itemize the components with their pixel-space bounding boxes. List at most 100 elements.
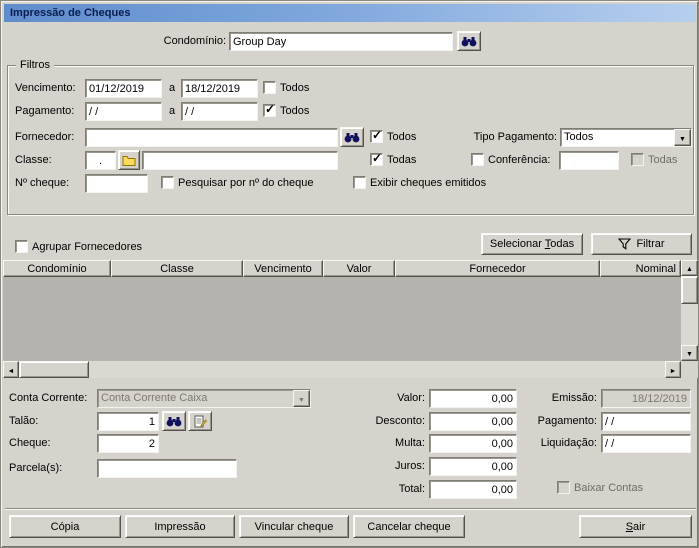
classe-label: Classe:	[15, 154, 52, 166]
copia-button[interactable]: Cópia	[9, 515, 121, 538]
fornecedor-search-button[interactable]	[340, 127, 364, 147]
classe-input[interactable]	[142, 151, 338, 170]
agrupar-fornecedores-label: Agrupar Fornecedores	[32, 241, 143, 253]
column-header-classe[interactable]: Classe	[111, 260, 243, 277]
parcelas-input[interactable]	[97, 459, 237, 478]
conferencia-input[interactable]	[559, 151, 619, 170]
scroll-right-button[interactable]	[665, 361, 681, 378]
vertical-scrollbar[interactable]	[681, 260, 698, 361]
combo-dropdown-button	[293, 390, 310, 407]
conta-corrente-value: Conta Corrente Caixa	[101, 392, 208, 404]
filtros-title: Filtros	[16, 59, 54, 72]
juros-label: Juros:	[395, 460, 425, 472]
folder-icon	[122, 155, 136, 166]
fornecedor-input[interactable]	[85, 128, 338, 147]
talao-input[interactable]	[97, 412, 159, 431]
sair-label: Sair	[625, 520, 646, 533]
valor-input[interactable]	[429, 389, 517, 408]
impressao-de-cheques-window: Impressão de Cheques Condomínio: Filtros…	[0, 0, 699, 548]
filtrar-button[interactable]: Filtrar	[591, 233, 692, 255]
grid-header-row: Condomínio Classe Vencimento Valor Forne…	[3, 260, 681, 277]
impressao-button[interactable]: Impressão	[125, 515, 235, 538]
pagamento-todos-checkbox[interactable]	[263, 102, 276, 117]
pagamento-label: Pagamento:	[15, 105, 75, 117]
condominio-search-button[interactable]	[457, 31, 481, 51]
condominio-label: Condomínio:	[163, 35, 226, 47]
combo-dropdown-button[interactable]	[674, 129, 691, 146]
vencimento-de-input[interactable]	[85, 79, 162, 98]
talao-properties-button[interactable]	[188, 411, 212, 431]
vertical-scroll-thumb[interactable]	[681, 276, 698, 304]
selecionar-todas-button[interactable]: Selecionar Todas	[481, 233, 583, 255]
binoculars-icon	[344, 132, 360, 143]
emissao-input	[601, 389, 691, 408]
condominio-input[interactable]	[229, 32, 453, 51]
window-title: Impressão de Cheques	[10, 7, 131, 19]
column-header-vencimento[interactable]: Vencimento	[243, 260, 323, 277]
column-header-fornecedor[interactable]: Fornecedor	[395, 260, 600, 277]
pesquisar-ncheque-checkbox[interactable]	[161, 176, 174, 189]
pagamento-de-input[interactable]	[85, 102, 162, 121]
scroll-up-icon	[686, 262, 693, 274]
scroll-up-button[interactable]	[681, 260, 698, 276]
classe-code-input[interactable]	[85, 151, 116, 170]
baixar-contas-label: Baixar Contas	[574, 482, 644, 494]
parcelas-label: Parcela(s):	[9, 462, 63, 474]
vencimento-a-label: a	[169, 82, 176, 94]
conta-corrente-label: Conta Corrente:	[9, 392, 88, 404]
total-label: Total:	[398, 483, 425, 495]
chevron-down-icon	[679, 132, 686, 144]
cheques-list[interactable]	[3, 277, 681, 361]
sair-button[interactable]: Sair	[579, 515, 692, 538]
vincular-cheque-button[interactable]: Vincular cheque	[239, 515, 349, 538]
scroll-down-icon	[686, 347, 693, 359]
scrollbar-corner	[681, 361, 698, 378]
cheque-label: Cheque:	[9, 437, 51, 449]
pagamento-data-input[interactable]	[601, 412, 691, 431]
scroll-down-button[interactable]	[681, 345, 698, 361]
title-bar[interactable]: Impressão de Cheques	[4, 4, 696, 22]
horizontal-scrollbar[interactable]	[3, 361, 681, 378]
conferencia-checkbox[interactable]	[471, 153, 484, 166]
pagamento-ate-input[interactable]	[181, 102, 258, 121]
cancelar-cheque-button[interactable]: Cancelar cheque	[353, 515, 465, 538]
tipo-pagamento-value: Todos	[564, 131, 594, 143]
tipo-pagamento-select[interactable]: Todos	[560, 128, 692, 147]
agrupar-fornecedores-checkbox[interactable]	[15, 240, 28, 253]
exibir-emitidos-checkbox[interactable]	[353, 176, 366, 189]
multa-input[interactable]	[429, 434, 517, 453]
emissao-label: Emissão:	[551, 392, 597, 404]
conferencia-label: Conferência:	[488, 154, 551, 166]
conferencia-todas-label: Todas	[648, 154, 678, 166]
scroll-left-button[interactable]	[3, 361, 19, 378]
desconto-label: Desconto:	[375, 415, 425, 427]
classe-todas-checkbox[interactable]	[370, 151, 383, 166]
fornecedor-label: Fornecedor:	[15, 131, 75, 143]
multa-label: Multa:	[395, 437, 425, 449]
selecionar-todas-label: Selecionar Todas	[489, 238, 575, 250]
vencimento-ate-input[interactable]	[181, 79, 258, 98]
liquidacao-input[interactable]	[601, 434, 691, 453]
juros-input[interactable]	[429, 457, 517, 476]
talao-search-button[interactable]	[162, 411, 186, 431]
ncheque-input[interactable]	[85, 174, 148, 193]
copia-label: Cópia	[50, 520, 80, 533]
column-header-valor[interactable]: Valor	[323, 260, 395, 277]
desconto-input[interactable]	[429, 412, 517, 431]
vencimento-todos-checkbox[interactable]	[263, 81, 276, 94]
cheque-input[interactable]	[97, 434, 159, 453]
document-edit-icon	[194, 415, 207, 428]
total-input[interactable]	[429, 480, 517, 499]
binoculars-icon	[461, 36, 477, 47]
pesquisar-ncheque-label: Pesquisar por nº do cheque	[178, 177, 314, 189]
vincular-cheque-label: Vincular cheque	[254, 520, 334, 533]
fornecedor-todos-checkbox[interactable]	[370, 128, 383, 143]
cancelar-cheque-label: Cancelar cheque	[367, 520, 451, 533]
horizontal-scroll-thumb[interactable]	[19, 361, 89, 378]
column-header-condominio[interactable]: Condomínio	[3, 260, 111, 277]
classe-folder-button[interactable]	[118, 150, 140, 170]
baixar-contas-checkbox	[557, 481, 570, 494]
classe-todas-label: Todas	[387, 154, 417, 166]
column-header-nominal[interactable]: Nominal	[600, 260, 681, 277]
exibir-emitidos-label: Exibir cheques emitidos	[370, 177, 487, 189]
